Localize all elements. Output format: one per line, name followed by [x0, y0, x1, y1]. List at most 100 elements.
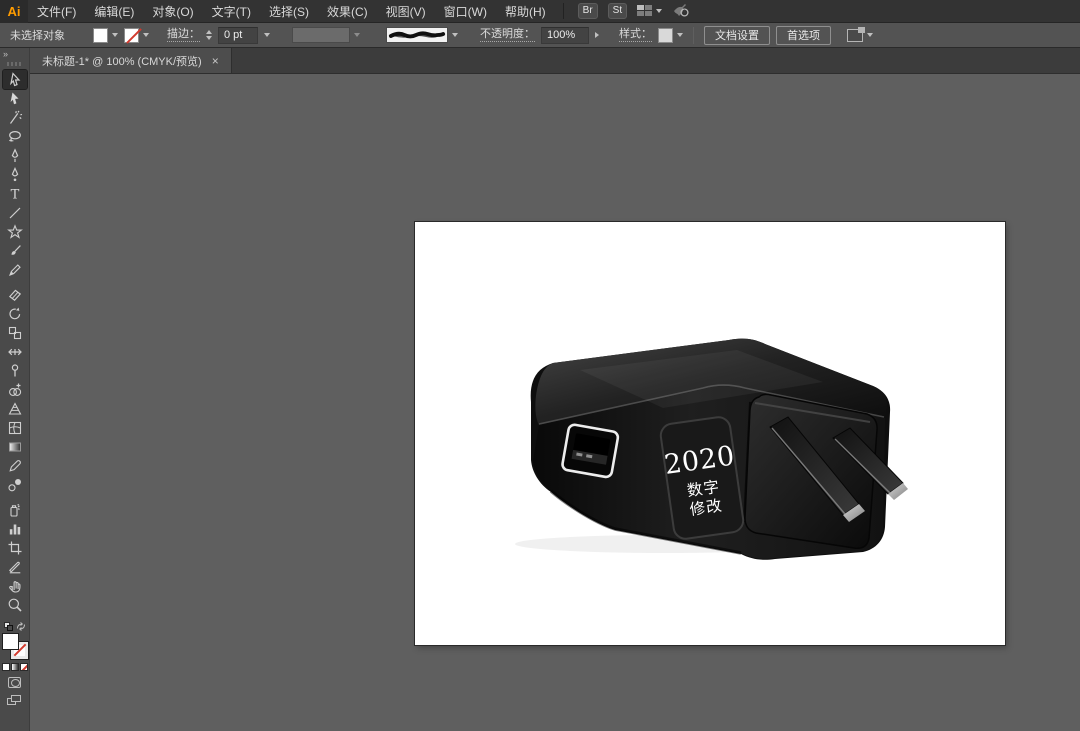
stroke-weight-stepper[interactable]	[206, 30, 212, 40]
preferences-button[interactable]: 首选项	[776, 26, 831, 45]
stroke-weight-label[interactable]: 描边：	[167, 28, 200, 42]
menu-item-3[interactable]: 文字(T)	[203, 0, 260, 22]
zoom-tool[interactable]	[3, 595, 27, 614]
screen-mode-button[interactable]	[7, 695, 22, 706]
chevron-down-icon	[112, 33, 118, 37]
curvature-tool[interactable]	[3, 165, 27, 184]
selection-tool[interactable]	[3, 70, 27, 89]
usb-port	[562, 424, 619, 478]
pen-tool[interactable]	[3, 146, 27, 165]
star-shape-tool-icon	[7, 224, 23, 240]
style-dropdown[interactable]	[658, 28, 683, 43]
menubar-separator	[563, 3, 564, 19]
shaper-tool[interactable]	[3, 260, 27, 279]
document-setup-button[interactable]: 文档设置	[704, 26, 770, 45]
default-fill-stroke-icon[interactable]	[4, 622, 13, 631]
close-tab-icon[interactable]: ×	[212, 56, 219, 66]
rotate-tool[interactable]	[3, 304, 27, 323]
line-segment-tool-icon	[7, 205, 23, 221]
eraser-tool-icon	[7, 287, 23, 303]
menu-item-5[interactable]: 效果(C)	[318, 0, 377, 22]
shaper-tool-icon	[7, 262, 23, 278]
selection-tool-icon	[7, 72, 23, 88]
opacity-label[interactable]: 不透明度：	[480, 28, 535, 42]
curvature-tool-icon	[7, 167, 23, 183]
chevron-right-icon[interactable]	[595, 32, 599, 38]
type-tool[interactable]: T	[3, 184, 27, 203]
gradient-tool-icon	[7, 439, 23, 455]
gradient-mode-button[interactable]	[11, 663, 19, 671]
menu-item-1[interactable]: 编辑(E)	[85, 0, 143, 22]
menu-bar: Ai 文件(F)编辑(E)对象(O)文字(T)选择(S)效果(C)视图(V)窗口…	[0, 0, 1080, 23]
control-panel-menu[interactable]	[847, 29, 873, 42]
charger-artwork[interactable]: 2020 数字 修改	[415, 222, 1005, 645]
symbol-sprayer-tool[interactable]	[3, 500, 27, 519]
line-segment-tool[interactable]	[3, 203, 27, 222]
mesh-tool[interactable]	[3, 418, 27, 437]
artboard[interactable]: 2020 数字 修改	[415, 222, 1005, 645]
slice-tool[interactable]	[3, 557, 27, 576]
paintbrush-tool-icon	[7, 243, 23, 259]
canvas-pasteboard[interactable]: 2020 数字 修改	[30, 74, 1080, 731]
fill-color-dropdown[interactable]	[93, 28, 118, 43]
shape-builder-tool[interactable]	[3, 380, 27, 399]
collapse-tools-icon[interactable]: »	[3, 49, 7, 59]
perspective-grid-tool[interactable]	[3, 399, 27, 418]
scale-tool[interactable]	[3, 323, 27, 342]
brush-definition-dropdown[interactable]	[386, 27, 458, 43]
drawing-modes-button[interactable]	[8, 677, 21, 688]
style-label[interactable]: 样式：	[619, 28, 652, 42]
eyedropper-tool-icon	[7, 458, 23, 474]
menu-item-2[interactable]: 对象(O)	[143, 0, 202, 22]
none-mode-button[interactable]	[20, 663, 28, 671]
stock-button[interactable]: St	[608, 3, 627, 19]
bridge-button[interactable]: Br	[578, 3, 598, 19]
blend-tool[interactable]	[3, 475, 27, 494]
color-mode-button[interactable]	[2, 663, 10, 671]
column-graph-tool[interactable]	[3, 519, 27, 538]
fill-stroke-controls	[2, 622, 28, 710]
menu-item-6[interactable]: 视图(V)	[377, 0, 435, 22]
eraser-tool[interactable]	[3, 285, 27, 304]
fill-swatch[interactable]	[2, 633, 19, 650]
selection-status: 未选择对象	[10, 27, 65, 43]
column-graph-tool-icon	[7, 521, 23, 537]
menu-item-0[interactable]: 文件(F)	[28, 0, 85, 22]
eyedropper-tool[interactable]	[3, 456, 27, 475]
menu-item-8[interactable]: 帮助(H)	[496, 0, 555, 22]
artboard-tool[interactable]	[3, 538, 27, 557]
puppet-warp-tool[interactable]	[3, 361, 27, 380]
tools-panel-grip[interactable]	[7, 62, 23, 66]
chevron-down-icon	[354, 33, 360, 37]
chevron-down-icon[interactable]	[264, 33, 270, 37]
shape-builder-tool-icon	[7, 382, 23, 398]
opacity-field[interactable]: 100%	[541, 27, 589, 44]
workspace-switcher-button[interactable]	[637, 5, 662, 17]
document-tab[interactable]: 未标题-1* @ 100% (CMYK/预览) ×	[30, 48, 232, 73]
star-shape-tool[interactable]	[3, 222, 27, 241]
swap-fill-stroke-icon[interactable]	[16, 622, 26, 631]
width-profile-dropdown[interactable]	[292, 27, 360, 43]
svg-text:T: T	[10, 187, 19, 202]
stroke-color-dropdown[interactable]	[124, 28, 149, 43]
menu-item-7[interactable]: 窗口(W)	[435, 0, 496, 22]
hand-tool[interactable]	[3, 576, 27, 595]
gpu-performance-icon[interactable]	[672, 2, 690, 21]
lasso-tool[interactable]	[3, 127, 27, 146]
blend-tool-icon	[7, 477, 23, 493]
width-profile-preview	[292, 27, 350, 43]
direct-selection-tool-icon	[7, 91, 23, 107]
chevron-down-icon	[656, 9, 662, 13]
slice-tool-icon	[7, 559, 23, 575]
tool-list: T	[3, 70, 27, 614]
direct-selection-tool[interactable]	[3, 89, 27, 108]
gradient-tool[interactable]	[3, 437, 27, 456]
magic-wand-tool-icon	[7, 110, 23, 126]
artboard-tool-icon	[7, 540, 23, 556]
menu-item-4[interactable]: 选择(S)	[260, 0, 318, 22]
magic-wand-tool[interactable]	[3, 108, 27, 127]
width-tool[interactable]	[3, 342, 27, 361]
stroke-weight-field[interactable]: 0 pt	[218, 27, 258, 44]
paintbrush-tool[interactable]	[3, 241, 27, 260]
document-tab-title: 未标题-1* @ 100% (CMYK/预览)	[42, 53, 202, 69]
